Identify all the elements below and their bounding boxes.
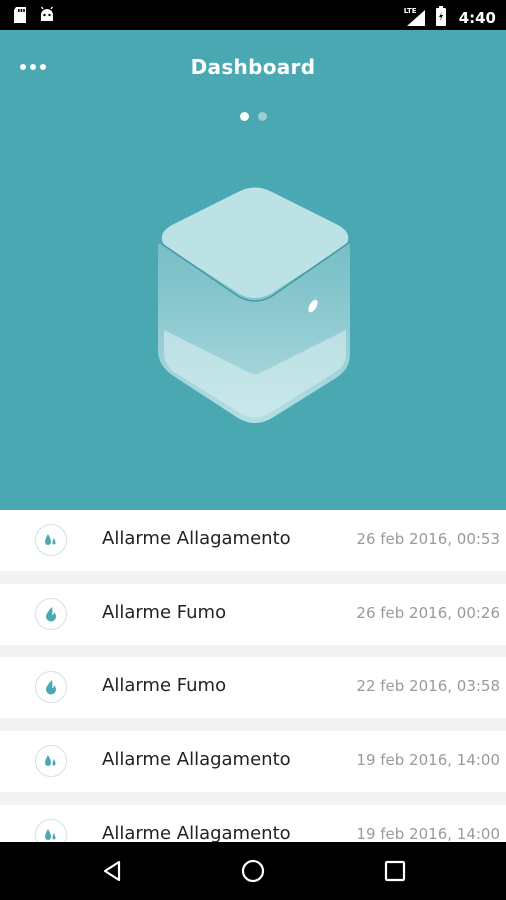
battery-icon [435, 6, 447, 30]
page-title: Dashboard [190, 55, 316, 79]
water-drops-icon [35, 524, 67, 556]
android-icon [38, 6, 56, 28]
event-row[interactable]: Allarme Allagamento 26 feb 2016, 00:53 [0, 510, 506, 571]
event-row[interactable]: Allarme Fumo 26 feb 2016, 00:26 [0, 584, 506, 645]
navigation-bar [0, 842, 506, 900]
signal-icon: LTE [402, 7, 427, 27]
page-dot-1[interactable] [239, 112, 249, 121]
event-row[interactable]: Allarme Allagamento 19 feb 2016, 14:00 [0, 731, 506, 792]
event-date: 19 feb 2016, 14:00 [356, 751, 500, 769]
water-drops-icon [35, 819, 67, 842]
home-button[interactable] [237, 855, 269, 887]
home-icon [241, 859, 265, 883]
event-row[interactable]: Allarme Allagamento 19 feb 2016, 14:00 [0, 805, 506, 842]
status-bar: LTE 4:40 [0, 0, 506, 30]
water-drops-icon [35, 745, 67, 777]
dashboard-header: Dashboard [0, 30, 506, 510]
event-title: Allarme Allagamento [102, 749, 291, 770]
event-date: 26 feb 2016, 00:53 [356, 530, 500, 548]
event-date: 26 feb 2016, 00:26 [356, 604, 500, 622]
status-time: 4:40 [458, 9, 496, 27]
recents-icon [384, 860, 406, 882]
status-left-icons [12, 6, 56, 28]
sd-card-icon [12, 6, 28, 28]
event-date: 19 feb 2016, 14:00 [356, 825, 500, 842]
device-illustration [158, 187, 350, 423]
status-right-icons: LTE 4:40 [402, 6, 496, 30]
recents-button[interactable] [379, 855, 411, 887]
event-title: Allarme Fumo [102, 602, 227, 623]
event-list: Allarme Allagamento 26 feb 2016, 00:53 A… [0, 510, 506, 842]
event-row[interactable]: Allarme Fumo 22 feb 2016, 03:58 [0, 657, 506, 718]
event-title: Allarme Allagamento [102, 528, 291, 549]
flame-icon [35, 671, 67, 703]
back-icon [103, 860, 121, 882]
network-type-label: LTE [402, 7, 418, 15]
event-title: Allarme Fumo [102, 675, 227, 696]
flame-icon [35, 598, 67, 630]
event-title: Allarme Allagamento [102, 823, 291, 842]
page-dot-2[interactable] [257, 112, 267, 121]
page-indicator [0, 112, 506, 121]
back-button[interactable] [96, 855, 128, 887]
event-date: 22 feb 2016, 03:58 [356, 677, 500, 695]
